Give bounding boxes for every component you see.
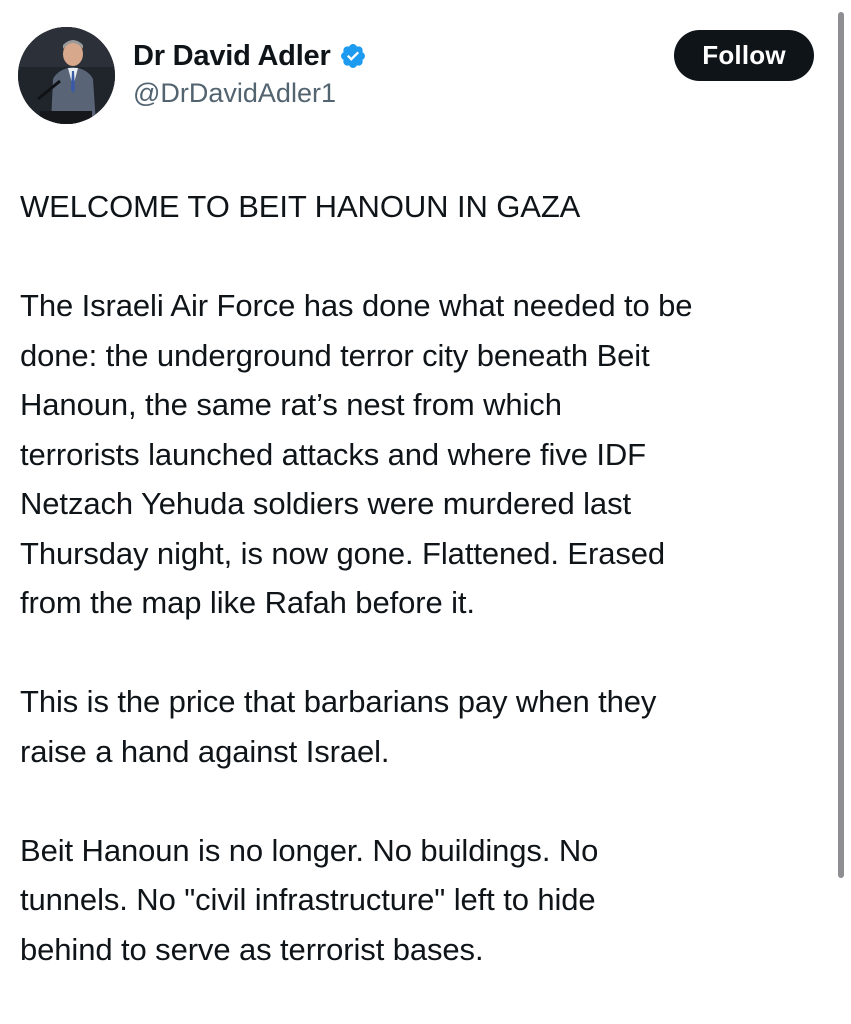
tweet-card: Dr David Adler @DrDavidAdler1 Follow WEL…	[0, 0, 851, 1000]
tweet-text: WELCOME TO BEIT HANOUN IN GAZA The Israe…	[20, 182, 830, 1024]
scrollbar[interactable]	[838, 12, 844, 878]
person-at-podium-avatar-icon	[18, 27, 115, 124]
tweet-paragraph: The Israeli Air Force has done what need…	[20, 288, 693, 620]
tweet-paragraph: WELCOME TO BEIT HANOUN IN GAZA	[20, 189, 581, 224]
author-handle[interactable]: @DrDavidAdler1	[133, 78, 336, 109]
author-display-name[interactable]: Dr David Adler	[133, 40, 331, 73]
verified-badge-icon[interactable]	[339, 42, 367, 70]
avatar[interactable]	[18, 27, 115, 124]
tweet-paragraph: Beit Hanoun is no longer. No buildings. …	[20, 832, 599, 967]
tweet-paragraph: This is the price that barbarians pay wh…	[20, 684, 657, 769]
author-name-row: Dr David Adler	[133, 38, 367, 74]
follow-button[interactable]: Follow	[674, 30, 814, 81]
